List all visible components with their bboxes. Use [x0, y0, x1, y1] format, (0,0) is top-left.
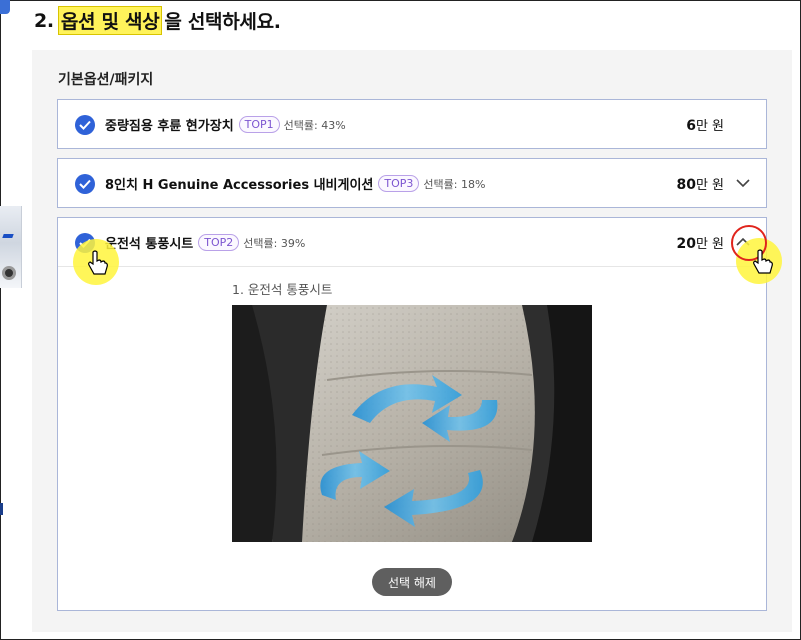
option-card[interactable]: 8인치 H Genuine Accessories 내비게이션 TOP3 선택률… [57, 158, 767, 208]
price-number: 20 [676, 236, 696, 252]
rank-badge: TOP3 [378, 175, 420, 192]
rank-badge: TOP1 [238, 116, 280, 133]
option-name: 운전석 통풍시트 [105, 237, 194, 252]
section-title: 2. 옵션 및 색상 을 선택하세요. [34, 6, 281, 35]
option-price: 80만 원 [676, 174, 724, 193]
option-name: 8인치 H Genuine Accessories 내비게이션 [105, 178, 374, 193]
section-number: 2. [34, 9, 54, 32]
price-unit: 만 원 [695, 237, 724, 252]
rank-badge: TOP2 [198, 234, 240, 251]
car-thumbnail-fragment [0, 206, 22, 288]
chevron-down-icon[interactable] [735, 176, 751, 190]
section-title-highlight: 옵션 및 색상 [57, 6, 163, 35]
deselect-button[interactable]: 선택 해제 [372, 568, 452, 596]
option-label: 중량짐용 후륜 현가장치 TOP1 선택률: 43% [105, 115, 346, 134]
selection-rate: 선택률: 43% [283, 118, 346, 132]
checkbox-checked-icon[interactable] [75, 115, 95, 135]
price-unit: 만 원 [695, 119, 724, 134]
price-unit: 만 원 [695, 178, 724, 193]
option-card-expanded[interactable]: 운전석 통풍시트 TOP2 선택률: 39% 20만 원 1. 운전석 통풍시트 [57, 217, 767, 611]
price-number: 6 [686, 118, 696, 134]
left-edge-mark [0, 503, 3, 515]
hand-cursor-icon [88, 250, 108, 275]
group-label: 기본옵션/패키지 [58, 72, 154, 88]
price-number: 80 [676, 177, 696, 193]
option-label: 8인치 H Genuine Accessories 내비게이션 TOP3 선택률… [105, 174, 485, 193]
divider [58, 266, 766, 267]
detail-caption: 1. 운전석 통풍시트 [232, 282, 333, 297]
option-price: 6만 원 [686, 115, 724, 134]
left-edge-fragment [0, 0, 10, 14]
hand-cursor-icon [753, 249, 773, 274]
option-name: 중량짐용 후륜 현가장치 [105, 119, 234, 134]
checkbox-checked-icon[interactable] [75, 174, 95, 194]
ventilated-seat-image [232, 305, 592, 542]
option-label: 운전석 통풍시트 TOP2 선택률: 39% [105, 233, 305, 252]
section-title-suffix: 을 선택하세요. [164, 11, 281, 33]
selection-rate: 선택률: 18% [423, 177, 486, 191]
selection-rate: 선택률: 39% [243, 236, 306, 250]
option-price: 20만 원 [676, 233, 724, 252]
option-card[interactable]: 중량짐용 후륜 현가장치 TOP1 선택률: 43% 6만 원 [57, 99, 767, 149]
